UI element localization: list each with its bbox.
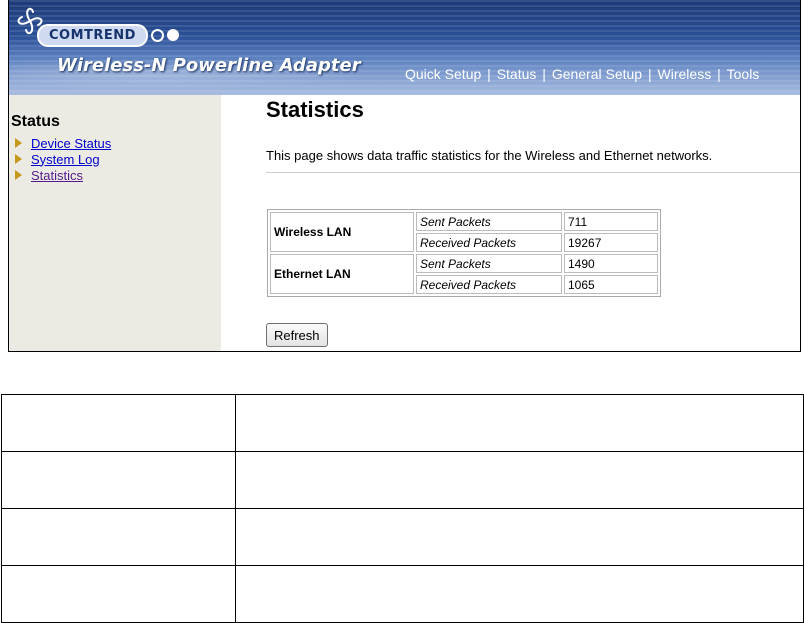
stat-value: 1065 [564,275,658,294]
nav-tools[interactable]: Tools [727,66,760,82]
document-table [1,394,804,623]
browser-frame: COMTREND Wireless-N Powerline Adapter Qu… [8,0,801,352]
stat-value: 711 [564,212,658,231]
nav-general-setup[interactable]: General Setup [552,66,642,82]
sidebar-title: Status [11,113,60,130]
header-banner: COMTREND Wireless-N Powerline Adapter Qu… [9,0,800,95]
stat-value: 1490 [564,254,658,273]
stat-label: Received Packets [416,275,562,294]
table-cell [235,508,804,566]
network-name: Ethernet LAN [270,254,414,294]
table-row [1,565,804,623]
stat-label: Sent Packets [416,254,562,273]
table-cell [235,394,804,452]
table-cell [1,394,236,452]
sidebar: Status Device Status System Log Statisti… [9,95,221,351]
table-cell [235,565,804,623]
table-row [1,394,804,452]
sidebar-link-device-status[interactable]: Device Status [31,136,111,151]
table-cell [1,565,236,623]
table-cell [1,451,236,509]
top-nav: Quick Setup | Status | General Setup | W… [405,66,760,82]
brand-logo[interactable]: COMTREND [37,23,179,47]
network-name: Wireless LAN [270,212,414,252]
nav-quick-setup[interactable]: Quick Setup [405,66,481,82]
stat-value: 19267 [564,233,658,252]
nav-status[interactable]: Status [497,66,537,82]
page-description: This page shows data traffic statistics … [266,148,713,163]
stat-label: Received Packets [416,233,562,252]
triangle-bullet-icon [15,138,22,148]
sidebar-link-statistics[interactable]: Statistics [31,168,83,183]
product-name: Wireless-N Powerline Adapter [57,55,361,76]
logo-dot-icon [166,29,179,41]
sidebar-item-statistics: Statistics [15,167,111,183]
page-title: Statistics [266,97,364,122]
table-row: Ethernet LAN Sent Packets 1490 [270,254,658,294]
logo-ring-icon [150,28,164,42]
table-row [1,451,804,509]
triangle-bullet-icon [15,170,22,180]
refresh-button[interactable]: Refresh [266,323,328,347]
table-cell [235,451,804,509]
sidebar-item-system-log: System Log [15,151,111,167]
table-cell [1,508,236,566]
triangle-bullet-icon [15,154,22,164]
divider [266,172,800,173]
statistics-table: Wireless LAN Sent Packets 711 Received P… [267,209,661,297]
stat-label: Sent Packets [416,212,562,231]
table-row [1,508,804,566]
sidebar-link-system-log[interactable]: System Log [31,152,100,167]
sidebar-menu: Device Status System Log Statistics [15,135,111,183]
sidebar-item-device-status: Device Status [15,135,111,151]
brand-name: COMTREND [37,23,148,47]
nav-wireless[interactable]: Wireless [658,66,712,82]
table-row: Wireless LAN Sent Packets 711 [270,212,658,252]
